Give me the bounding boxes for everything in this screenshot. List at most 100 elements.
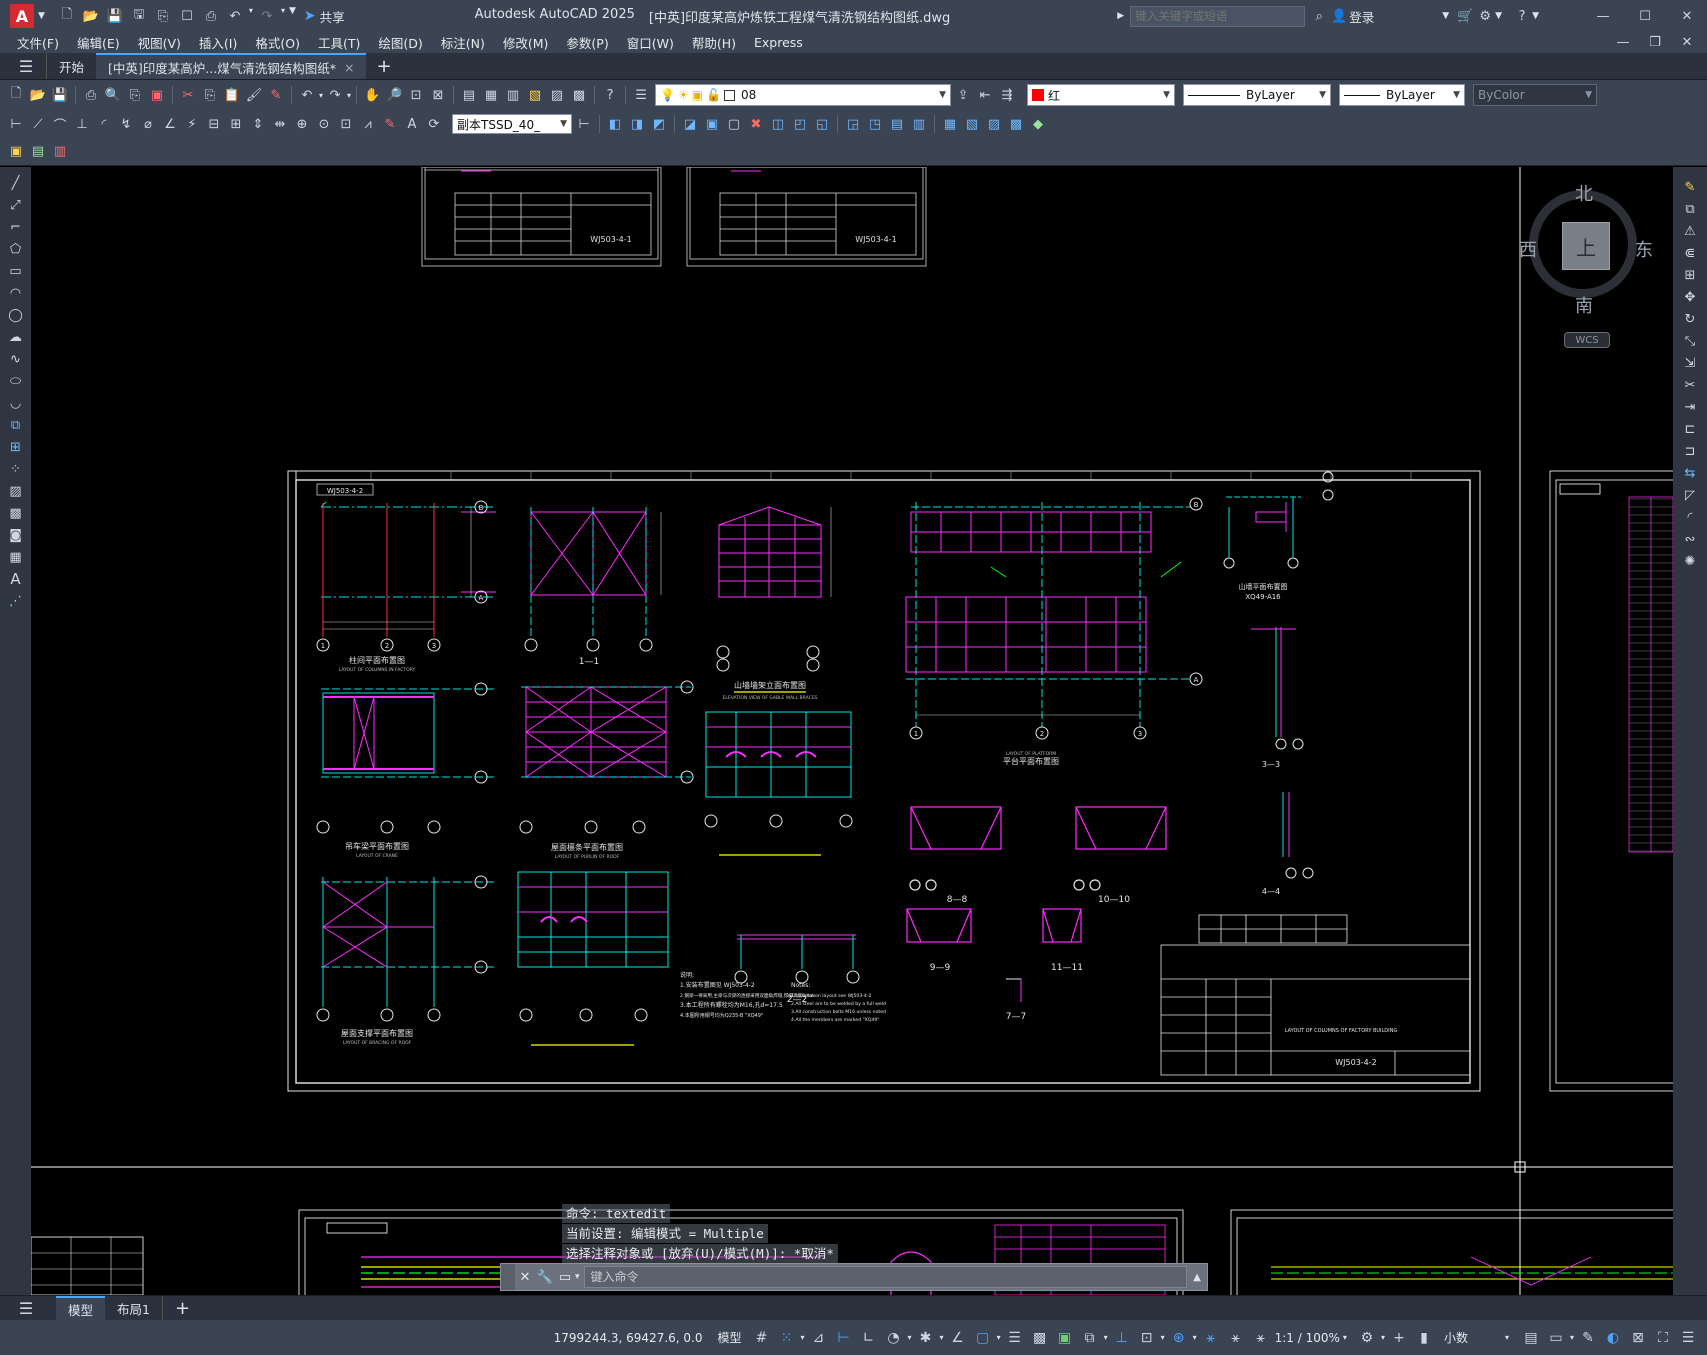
rotate-icon[interactable]: ↻: [1679, 309, 1701, 329]
trim-icon[interactable]: ✂: [1679, 375, 1701, 395]
jogged-dim-icon[interactable]: ↯: [116, 114, 136, 134]
tolerance-icon[interactable]: ⊕: [292, 114, 312, 134]
menu-tools[interactable]: 工具(T): [309, 33, 369, 52]
explode-icon[interactable]: ✺: [1679, 551, 1701, 571]
selection-filter-dropdown-icon[interactable]: ▾: [1161, 1333, 1165, 1342]
tssd-tool-14-icon[interactable]: ▥: [909, 114, 929, 134]
grid-icon[interactable]: #: [751, 1327, 773, 1349]
workspace-gear-icon[interactable]: ⚙: [1356, 1327, 1378, 1349]
tssd-tool-7-icon[interactable]: ✖: [746, 114, 766, 134]
new-file-icon[interactable]: 🗋: [57, 6, 77, 26]
tssd-tool-17-icon[interactable]: ▨: [984, 114, 1004, 134]
array-icon[interactable]: ⊞: [1679, 265, 1701, 285]
polar-tracking-icon[interactable]: ◔: [883, 1327, 905, 1349]
tssd-tool-6-icon[interactable]: ▢: [724, 114, 744, 134]
open-icon[interactable]: 📂: [28, 85, 48, 105]
menu-express[interactable]: Express: [745, 35, 812, 50]
share-icon[interactable]: ➤: [304, 8, 316, 24]
annotation-visibility-icon[interactable]: ⚹: [1200, 1327, 1222, 1349]
layout-menu-icon[interactable]: ☰: [16, 1298, 36, 1318]
units-value[interactable]: 小数: [1444, 1329, 1468, 1346]
plot-icon[interactable]: ⎙: [201, 6, 221, 26]
blend-curves-icon[interactable]: ∾: [1679, 529, 1701, 549]
menu-draw[interactable]: 绘图(D): [369, 33, 431, 52]
ellipse-arc-icon[interactable]: ◡: [5, 393, 27, 413]
qnew-icon[interactable]: 🗋: [6, 85, 26, 105]
tssd-tool-11-icon[interactable]: ◲: [843, 114, 863, 134]
tab-model[interactable]: 模型: [56, 1296, 106, 1320]
add-selected-icon[interactable]: ⋰: [5, 591, 27, 611]
lock-ui-icon[interactable]: ▭: [1545, 1327, 1567, 1349]
quick-properties-icon[interactable]: ▤: [1520, 1327, 1542, 1349]
layer-vp-icon[interactable]: ▣: [692, 88, 703, 102]
annotation-monitor-icon[interactable]: +: [1388, 1327, 1410, 1349]
tssd-tool-12-icon[interactable]: ◳: [865, 114, 885, 134]
menu-edit[interactable]: 编辑(E): [68, 33, 129, 52]
cut-icon[interactable]: ✂: [178, 85, 198, 105]
fullscreen-icon[interactable]: ⛶: [1652, 1327, 1674, 1349]
help-icon[interactable]: ?: [1512, 6, 1532, 26]
dimstyle-manager-icon[interactable]: ⊢: [574, 114, 594, 134]
arc-icon[interactable]: ◠: [5, 283, 27, 303]
web-mobile-icon[interactable]: ☐: [177, 6, 197, 26]
zoom-previous-icon[interactable]: ⊠: [428, 85, 448, 105]
polygon-icon[interactable]: ⬠: [5, 239, 27, 259]
publish-toolbar-icon[interactable]: ⎘: [125, 85, 145, 105]
tab-start[interactable]: 开始: [46, 53, 96, 79]
app-menu-chevron-icon[interactable]: ▼: [38, 11, 45, 21]
command-close-icon[interactable]: ✕: [515, 1267, 535, 1287]
tssd-tool-19-icon[interactable]: ◆: [1028, 114, 1048, 134]
viewcube[interactable]: 北 南 西 东 上 WCS: [1519, 180, 1653, 360]
workspace-dropdown-icon[interactable]: ▾: [1381, 1333, 1385, 1342]
radius-dim-icon[interactable]: ◜: [94, 114, 114, 134]
calculator-icon[interactable]: ▩: [569, 85, 589, 105]
isodraft-dropdown-icon[interactable]: ▾: [940, 1333, 944, 1342]
save-as-icon[interactable]: 🖫: [129, 6, 149, 26]
aligned-dim-icon[interactable]: ⟋: [28, 114, 48, 134]
copy-object-icon[interactable]: ⧉: [1679, 199, 1701, 219]
tab-layout1[interactable]: 布局1: [105, 1296, 163, 1320]
polar-dropdown-icon[interactable]: ▾: [908, 1333, 912, 1342]
share-button[interactable]: 共享: [320, 7, 345, 26]
compass-south[interactable]: 南: [1575, 292, 1593, 318]
redo-dropdown-icon[interactable]: ▾: [281, 6, 285, 26]
wcs-button[interactable]: WCS: [1564, 332, 1610, 348]
menu-format[interactable]: 格式(O): [246, 33, 309, 52]
object-snap-icon[interactable]: ▢: [972, 1327, 994, 1349]
spline-icon[interactable]: ∿: [5, 349, 27, 369]
gradient-icon[interactable]: ▩: [5, 503, 27, 523]
login-button[interactable]: 登录: [1349, 7, 1374, 26]
help-dropdown-icon[interactable]: ▼: [1532, 11, 1539, 21]
cart-icon[interactable]: 🛒: [1455, 6, 1475, 26]
3d-osnap-dropdown-icon[interactable]: ▾: [1104, 1333, 1108, 1342]
redo-list-icon[interactable]: ▾: [347, 91, 351, 100]
maximize-icon[interactable]: ☐: [1635, 6, 1655, 26]
copy-icon[interactable]: ⎘: [200, 85, 220, 105]
undo-icon[interactable]: ↶: [225, 6, 245, 26]
close-icon[interactable]: ✕: [1677, 6, 1697, 26]
break-at-point-icon[interactable]: ⊏: [1679, 419, 1701, 439]
offset-icon[interactable]: ⋐: [1679, 243, 1701, 263]
mirror-icon[interactable]: ⚠: [1679, 221, 1701, 241]
plotstyle-dropdown[interactable]: ByColor ▼: [1473, 84, 1598, 106]
block-editor-icon[interactable]: ✎: [266, 85, 286, 105]
tssd-tool-10-icon[interactable]: ◱: [812, 114, 832, 134]
command-recent-icon[interactable]: ▾: [575, 1272, 580, 1282]
compass-west[interactable]: 西: [1519, 236, 1537, 262]
model-space-canvas[interactable]: WJ503-4-1 WJ503-4-1 WJ503-4-2 1 2 3 B A …: [31, 167, 1673, 1295]
doc-minimize-icon[interactable]: —: [1613, 33, 1633, 53]
zoom-realtime-icon[interactable]: 🔎: [384, 85, 404, 105]
tab-document[interactable]: [中英]印度某高炉...煤气清洗钢结构图纸* ×: [96, 53, 367, 79]
dim-edit-icon[interactable]: ✎: [380, 114, 400, 134]
units-dropdown-icon[interactable]: ▾: [1505, 1333, 1509, 1342]
line-icon[interactable]: ╱: [5, 173, 27, 193]
move-icon[interactable]: ✥: [1679, 287, 1701, 307]
layer-state-icon[interactable]: ⇶: [997, 85, 1017, 105]
save-toolbar-icon[interactable]: 💾: [50, 85, 70, 105]
markup-icon[interactable]: ▨: [547, 85, 567, 105]
a360-dropdown-icon[interactable]: ▼: [1495, 11, 1502, 21]
search-icon[interactable]: ⌕: [1309, 6, 1329, 26]
make-current-layer-icon[interactable]: ⇪: [953, 85, 973, 105]
dim-break-icon[interactable]: ⇹: [270, 114, 290, 134]
object-snap-tracking-icon[interactable]: ∠: [947, 1327, 969, 1349]
